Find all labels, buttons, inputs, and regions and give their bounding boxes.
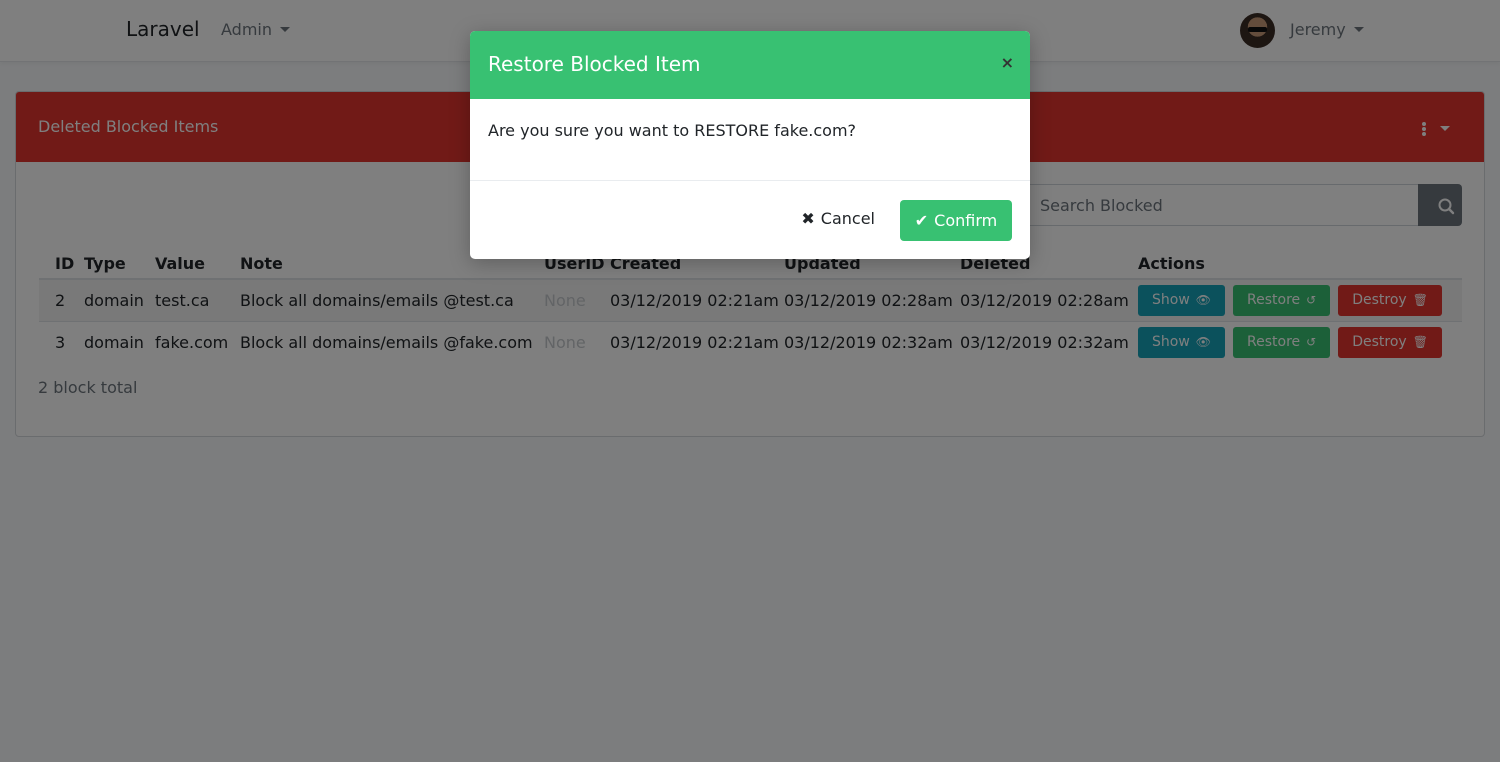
cancel-label: Cancel — [820, 209, 875, 228]
cancel-button[interactable]: ✖ Cancel — [801, 209, 875, 228]
modal-footer: ✖ Cancel ✔ Confirm — [470, 180, 1030, 259]
times-icon: ✖ — [801, 209, 815, 228]
modal-title: Restore Blocked Item — [488, 52, 701, 76]
confirm-label: Confirm — [934, 211, 998, 230]
close-icon[interactable]: × — [1001, 53, 1014, 72]
restore-confirm-modal: Restore Blocked Item × Are you sure you … — [470, 31, 1030, 259]
confirm-button[interactable]: ✔ Confirm — [900, 200, 1012, 241]
check-icon: ✔ — [914, 211, 929, 230]
modal-message: Are you sure you want to RESTORE fake.co… — [488, 121, 857, 140]
modal-header: Restore Blocked Item × — [470, 31, 1030, 99]
